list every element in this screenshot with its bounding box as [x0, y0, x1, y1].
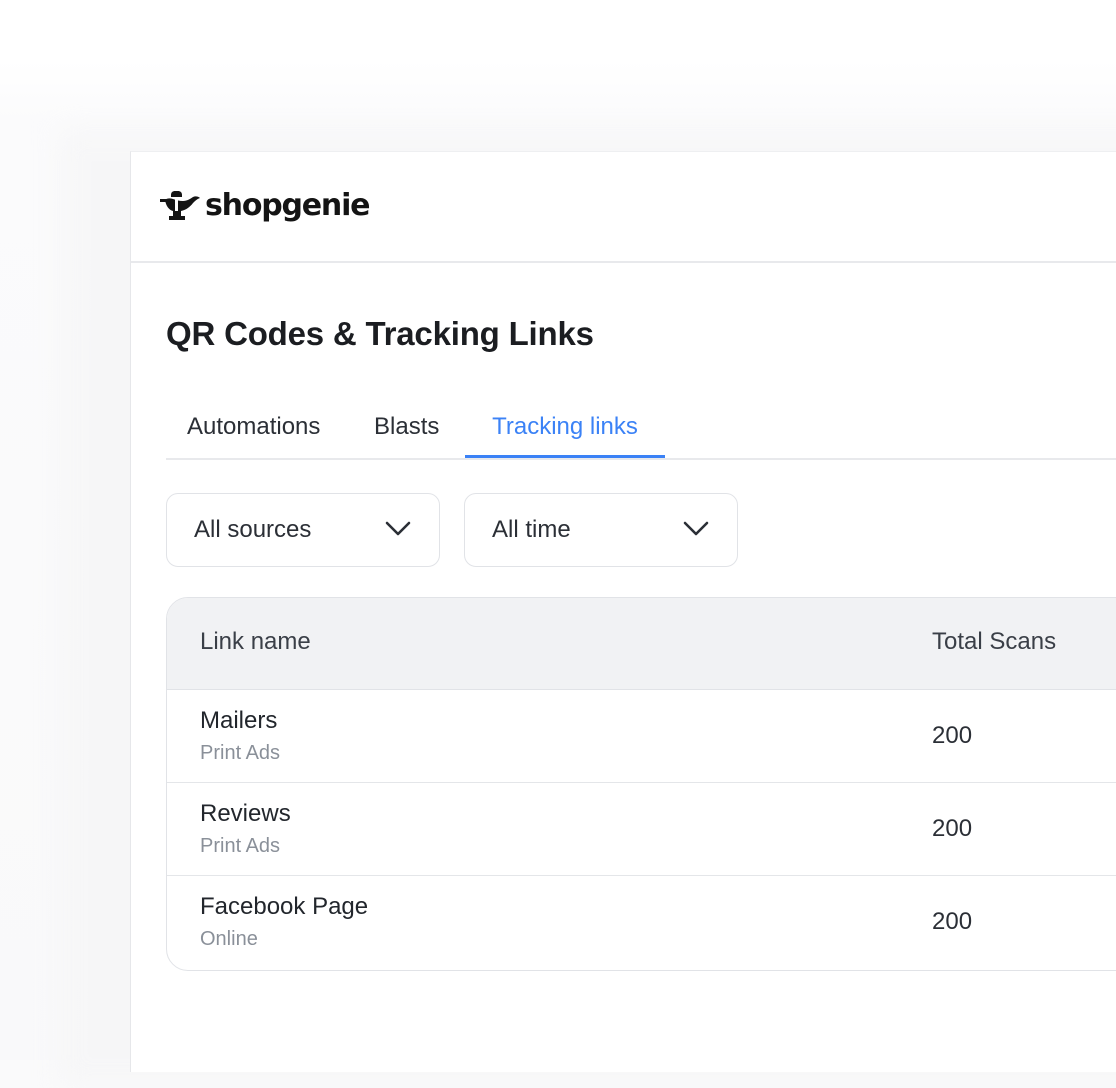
brand-name: shopgenie: [205, 188, 371, 223]
table-header: Link name Total Scans: [167, 598, 1116, 690]
link-source: Print Ads: [200, 742, 281, 764]
total-scans-value: 200: [932, 908, 973, 935]
total-scans-value: 200: [932, 722, 973, 749]
tracking-links-table: Link name Total Scans Mailers Print Ads …: [166, 597, 1116, 971]
time-filter-dropdown[interactable]: All time: [464, 493, 738, 567]
tab-automations[interactable]: Automations: [187, 408, 320, 456]
table-row[interactable]: Mailers Print Ads 200: [167, 690, 1116, 783]
link-name: Reviews: [200, 800, 291, 827]
tab-blasts[interactable]: Blasts: [374, 408, 439, 456]
page-title: QR Codes & Tracking Links: [166, 315, 594, 352]
table-row[interactable]: Reviews Print Ads 200: [167, 783, 1116, 876]
source-filter-value: All sources: [194, 516, 312, 543]
brand-logo[interactable]: shopgenie: [157, 186, 371, 226]
top-bar: shopgenie: [131, 152, 1116, 263]
table-row[interactable]: Facebook Page Online 200: [167, 876, 1116, 969]
tab-bar: Automations Blasts Tracking links: [166, 408, 1116, 460]
chevron-down-icon: [385, 521, 411, 536]
link-source: Print Ads: [200, 835, 281, 857]
time-filter-value: All time: [492, 516, 571, 543]
tab-tracking-links[interactable]: Tracking links: [465, 408, 665, 456]
link-name: Mailers: [200, 707, 278, 734]
source-filter-dropdown[interactable]: All sources: [166, 493, 440, 567]
column-header-link-name[interactable]: Link name: [200, 628, 311, 656]
chevron-down-icon: [683, 521, 709, 536]
column-header-total-scans[interactable]: Total Scans: [932, 628, 1056, 656]
total-scans-value: 200: [932, 815, 973, 842]
link-name: Facebook Page: [200, 893, 369, 920]
active-tab-indicator: [465, 455, 665, 458]
genie-lamp-icon: [160, 191, 200, 220]
link-source: Online: [200, 928, 258, 950]
app-window: shopgenie QR Codes & Tracking Links Auto…: [130, 151, 1116, 1072]
